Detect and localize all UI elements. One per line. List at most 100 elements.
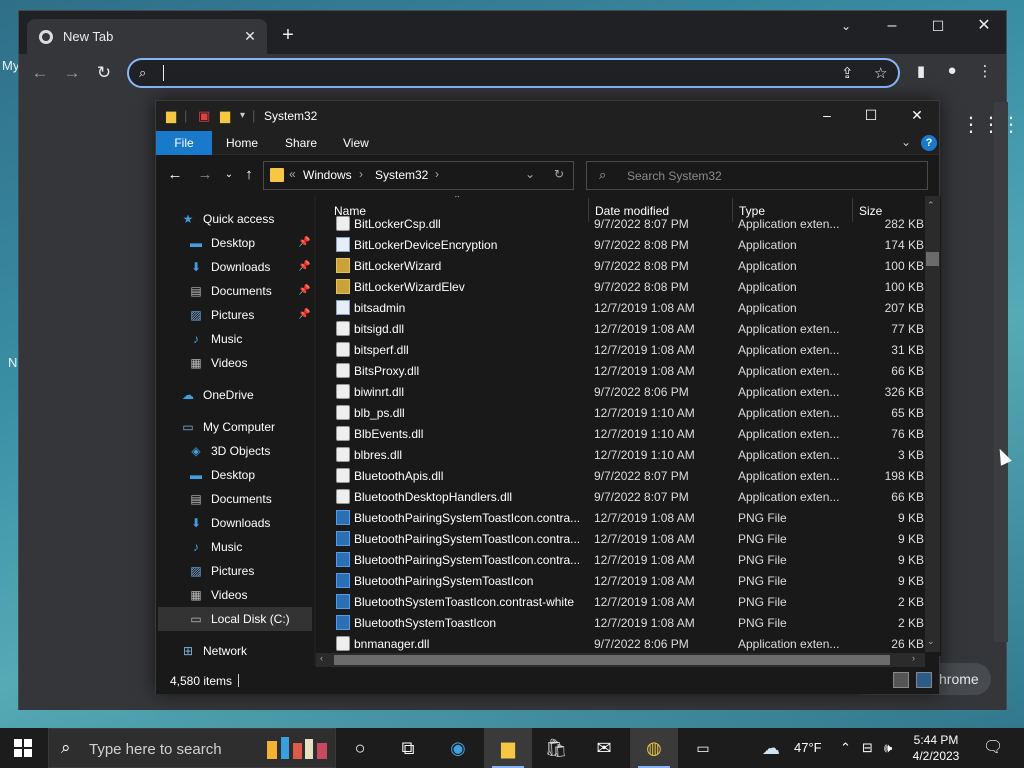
nav-item[interactable]: ▤ Documents — [188, 279, 271, 303]
bookmark-star-icon[interactable]: ☆ — [874, 64, 887, 82]
chevron-right-icon[interactable]: › — [359, 167, 363, 181]
file-explorer-taskbar-icon[interactable]: ▆ — [484, 728, 532, 768]
file-row[interactable]: bitsperf.dll 12/7/2019 1:08 AM Application… — [316, 339, 926, 360]
back-icon[interactable]: ← — [27, 60, 53, 86]
file-row[interactable]: BitLockerWizardElev 9/7/2022 8:08 PM Appli… — [316, 276, 926, 297]
vertical-scrollbar[interactable]: ⌃ ⌄ — [925, 196, 940, 652]
chevron-right-icon[interactable]: › — [435, 167, 439, 181]
file-row[interactable]: BluetoothPairingSystemToastIcon 12/7/2019… — [316, 570, 926, 591]
file-row[interactable]: BluetoothPairingSystemToastIcon.contra..… — [316, 507, 926, 528]
start-button[interactable] — [14, 739, 32, 757]
task-view-icon[interactable]: ⧉ — [384, 728, 432, 768]
breadcrumb-item[interactable]: Windows — [303, 168, 352, 182]
nav-item[interactable]: ▭ My Computer — [180, 415, 275, 439]
new-folder-icon[interactable]: ▆ — [220, 108, 230, 124]
terminal-icon[interactable]: ▭ — [679, 728, 727, 768]
profile-icon[interactable]: ● — [941, 62, 963, 79]
details-view-icon[interactable] — [893, 672, 909, 688]
scrollbar-thumb[interactable] — [926, 252, 939, 266]
forward-icon[interactable]: → — [195, 166, 215, 183]
nav-item[interactable]: ★ Quick access — [180, 207, 275, 231]
close-tab-icon[interactable]: ✕ — [239, 28, 261, 45]
help-icon[interactable]: ? — [921, 135, 937, 151]
maximize-button[interactable]: ☐ — [915, 11, 961, 43]
chevron-down-icon[interactable]: ⌄ — [525, 167, 535, 181]
file-row[interactable]: bitsadmin 12/7/2019 1:08 AM Application 207… — [316, 297, 926, 318]
file-row[interactable]: BlbEvents.dll 12/7/2019 1:10 AM Applicatio… — [316, 423, 926, 444]
properties-icon[interactable]: ▣ — [198, 108, 210, 124]
breadcrumb[interactable]: « Windows › System32 › ⌄ ↻ — [263, 161, 574, 190]
file-row[interactable]: blb_ps.dll 12/7/2019 1:10 AM Application e… — [316, 402, 926, 423]
file-row[interactable]: BitsProxy.dll 12/7/2019 1:08 AM Applicatio… — [316, 360, 926, 381]
file-row[interactable]: biwinrt.dll 9/7/2022 8:06 PM Application e… — [316, 381, 926, 402]
tab-home[interactable]: Home — [226, 131, 258, 155]
nav-item[interactable]: ▨ Pictures — [188, 559, 254, 583]
column-header-date[interactable]: Date modified — [595, 204, 669, 218]
file-row[interactable]: BluetoothSystemToastIcon.contrast-white 1… — [316, 591, 926, 612]
nav-item[interactable]: ▦ Videos — [188, 583, 247, 607]
weather-temperature[interactable]: 47°F — [794, 728, 822, 768]
scroll-right-icon[interactable]: › — [912, 653, 915, 663]
nav-item[interactable]: ▭ Local Disk (C:) — [188, 607, 289, 631]
customize-qat-icon[interactable]: ▾ — [240, 110, 245, 121]
nav-item[interactable]: ▬ Desktop — [188, 463, 255, 487]
nav-item[interactable]: ▤ Documents — [188, 487, 271, 511]
file-row[interactable]: BluetoothSystemToastIcon 12/7/2019 1:08 A… — [316, 612, 926, 633]
mail-icon[interactable]: ✉ — [580, 728, 628, 768]
minimize-button[interactable]: – — [804, 101, 850, 131]
chrome-taskbar-icon[interactable]: ◍ — [630, 728, 678, 768]
nav-item[interactable]: ♪ Music — [188, 327, 242, 351]
scroll-left-icon[interactable]: ‹ — [320, 653, 323, 663]
side-panel-icon[interactable]: ▮ — [910, 62, 932, 80]
file-row[interactable]: BluetoothApis.dll 9/7/2022 8:07 PM Applica… — [316, 465, 926, 486]
taskbar-search-box[interactable]: ⌕ Type here to search — [48, 728, 336, 768]
breadcrumb-item[interactable]: System32 — [375, 168, 428, 182]
column-divider[interactable] — [588, 198, 589, 222]
minimize-button[interactable]: – — [869, 11, 915, 43]
share-icon[interactable]: ⇪ — [841, 64, 854, 82]
horizontal-scrollbar[interactable]: ‹ › — [316, 653, 925, 667]
nav-item[interactable]: ▬ Desktop — [188, 231, 255, 255]
file-row[interactable]: BitLockerWizard 9/7/2022 8:08 PM Applicati… — [316, 255, 926, 276]
column-divider[interactable] — [732, 198, 733, 222]
file-row[interactable]: BluetoothPairingSystemToastIcon.contra..… — [316, 549, 926, 570]
tab-view[interactable]: View — [343, 131, 369, 155]
nav-item[interactable]: ⬇ Downloads — [188, 255, 270, 279]
nav-item[interactable]: ▨ Pictures — [188, 303, 254, 327]
close-window-button[interactable]: ✕ — [961, 11, 1007, 43]
scroll-up-icon[interactable]: ⌃ — [927, 200, 935, 211]
edge-icon[interactable]: ◉ — [434, 728, 482, 768]
weather-icon[interactable]: ☁ — [762, 728, 780, 768]
column-header-size[interactable]: Size — [859, 204, 882, 218]
nav-item[interactable]: ◈ 3D Objects — [188, 439, 270, 463]
clock[interactable]: 5:44 PM 4/2/2023 — [903, 732, 969, 764]
file-row[interactable]: bitsigd.dll 12/7/2019 1:08 AM Application … — [316, 318, 926, 339]
notifications-icon[interactable]: 🗨 — [983, 728, 1003, 768]
network-icon[interactable]: ⊟ — [862, 728, 873, 768]
nav-item[interactable]: ⬇ Downloads — [188, 511, 270, 535]
close-window-button[interactable]: ✕ — [894, 101, 940, 131]
store-icon[interactable]: 🛍 — [532, 728, 580, 768]
up-icon[interactable]: ↑ — [239, 166, 259, 183]
back-icon[interactable]: ← — [165, 166, 185, 183]
search-input[interactable]: ⌕ Search System32 — [586, 161, 928, 190]
maximize-button[interactable]: ☐ — [848, 101, 894, 131]
tab-search-icon[interactable]: ⌄ — [823, 11, 869, 43]
refresh-icon[interactable]: ↻ — [554, 167, 564, 181]
column-header-name[interactable]: Name — [334, 204, 366, 218]
recent-locations-icon[interactable]: ⌄ — [219, 169, 239, 180]
nav-item[interactable]: ▦ Videos — [188, 351, 247, 375]
reload-icon[interactable]: ↻ — [91, 60, 117, 86]
file-row[interactable]: bnmanager.dll 9/7/2022 8:06 PM Application… — [316, 633, 926, 654]
nav-item[interactable]: ☁ OneDrive — [180, 383, 254, 407]
new-tab-button[interactable]: + — [276, 24, 300, 48]
volume-icon[interactable]: 🕪 — [884, 728, 892, 768]
page-scrollbar[interactable] — [994, 102, 1008, 642]
address-bar[interactable]: ⌕ ⇪ ☆ — [127, 58, 900, 88]
tab-share[interactable]: Share — [285, 131, 317, 155]
scrollbar-thumb[interactable] — [334, 655, 890, 665]
cortana-icon[interactable]: ○ — [336, 728, 384, 768]
apps-grid-icon[interactable]: ⋮⋮⋮ — [961, 112, 1021, 137]
menu-kebab-icon[interactable]: ⋮ — [974, 62, 996, 80]
scroll-down-icon[interactable]: ⌄ — [927, 636, 935, 647]
